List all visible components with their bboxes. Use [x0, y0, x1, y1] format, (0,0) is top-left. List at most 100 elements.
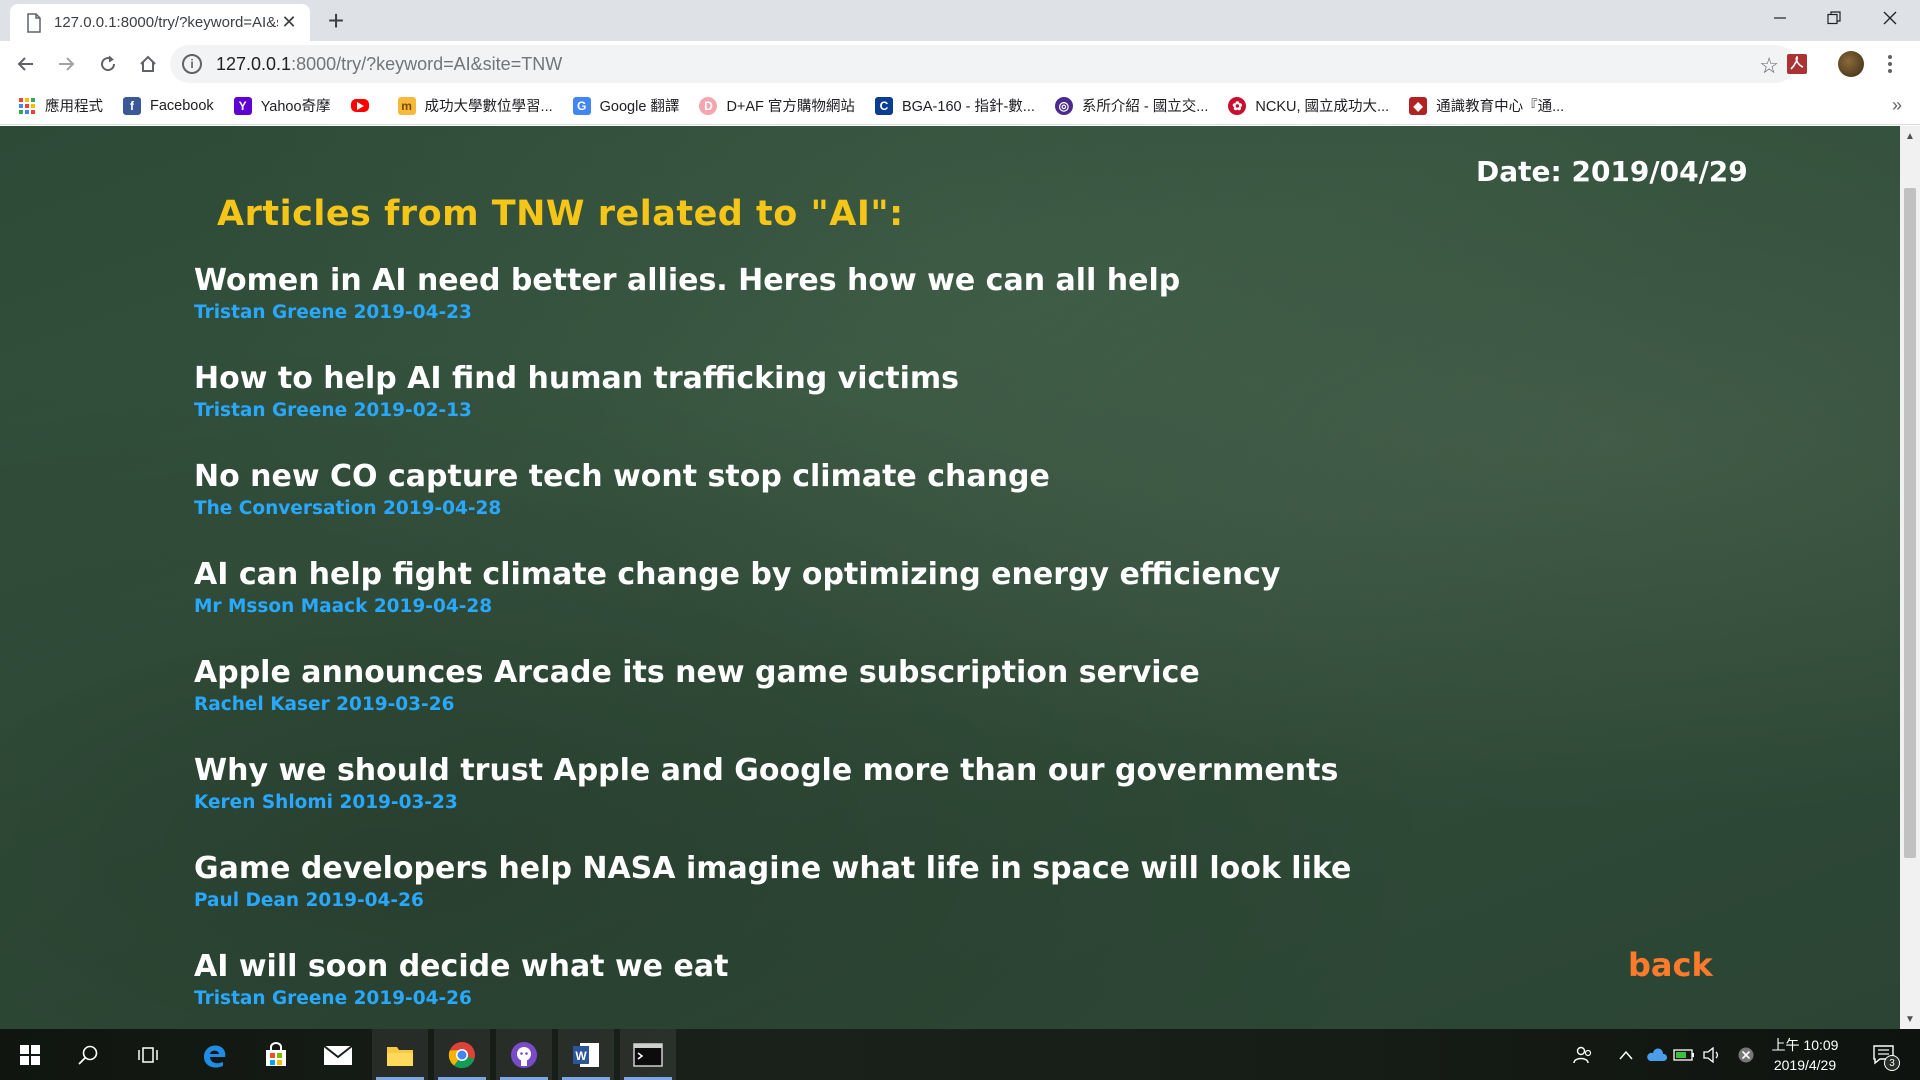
bookmark-ncku[interactable]: ✿ NCKU, 國立成功大...	[1228, 95, 1389, 116]
bookmark-yahoo[interactable]: Y Yahoo奇摩	[233, 95, 331, 116]
bookmark-label: Google 翻譯	[599, 99, 680, 115]
taskbar-chrome[interactable]	[434, 1029, 490, 1080]
clock-time: 上午 10:09	[1771, 1037, 1839, 1053]
close-tab-icon[interactable]: ✕	[278, 12, 300, 34]
page-scrollbar[interactable]: ▲ ▼	[1900, 126, 1920, 1029]
bookmark-star-icon[interactable]: ☆	[1759, 53, 1779, 79]
forward-nav-button[interactable]	[50, 48, 82, 80]
url-text[interactable]: 127.0.0.1:8000/try/?keyword=AI&site=TNW	[216, 54, 562, 75]
taskbar-store[interactable]	[248, 1029, 304, 1080]
ncku-icon: ✿	[1228, 96, 1247, 115]
taskbar-edge[interactable]	[186, 1029, 242, 1080]
svg-text:W: W	[575, 1049, 587, 1063]
article-title-link[interactable]: Game developers help NASA imagine what l…	[194, 850, 1394, 888]
nctu-icon: ◎	[1054, 96, 1073, 115]
task-view-button[interactable]	[120, 1029, 176, 1080]
article-item: How to help AI find human trafficking vi…	[194, 360, 1394, 458]
bookmark-general-edu[interactable]: ◆ 通識教育中心『通...	[1409, 95, 1564, 116]
action-center-button[interactable]: 3	[1864, 1029, 1904, 1080]
article-title-link[interactable]: How to help AI find human trafficking vi…	[194, 360, 1394, 398]
onedrive-tray[interactable]	[1644, 1029, 1668, 1080]
bookmark-label: 成功大學數位學習...	[424, 99, 553, 115]
tab-strip: 127.0.0.1:8000/try/?keyword=AI&site=TNW …	[0, 0, 1920, 41]
article-item: No new CO capture tech wont stop climate…	[194, 458, 1394, 556]
browser-toolbar: i 127.0.0.1:8000/try/?keyword=AI&site=TN…	[0, 41, 1920, 87]
arrow-left-icon	[17, 57, 33, 71]
bookmark-google-translate[interactable]: G Google 翻譯	[572, 95, 680, 116]
task-view-icon	[138, 1046, 158, 1063]
address-bar[interactable]: i 127.0.0.1:8000/try/?keyword=AI&site=TN…	[170, 45, 1795, 83]
reload-icon	[101, 55, 116, 72]
info-icon[interactable]: i	[182, 54, 202, 74]
taskbar-file-explorer[interactable]	[372, 1029, 428, 1080]
bookmark-nctu[interactable]: ◎ 系所介紹 - 國立交...	[1054, 95, 1209, 116]
article-title-link[interactable]: Women in AI need better allies. Heres ho…	[194, 262, 1394, 300]
article-meta: Tristan Greene 2019-04-23	[194, 302, 472, 323]
battery-tray[interactable]	[1672, 1029, 1696, 1080]
article-title-link[interactable]: AI can help fight climate change by opti…	[194, 556, 1394, 594]
taskbar-mail[interactable]	[310, 1029, 366, 1080]
search-button[interactable]	[60, 1029, 116, 1080]
taskbar-terminal[interactable]	[620, 1029, 676, 1080]
article-item: Women in AI need better allies. Heres ho…	[194, 262, 1394, 360]
scroll-up-icon[interactable]: ▲	[1900, 126, 1920, 146]
bookmark-bga[interactable]: C BGA-160 - 指針-數...	[874, 95, 1035, 116]
tray-overflow-button[interactable]	[1614, 1029, 1638, 1080]
volume-tray[interactable]	[1700, 1029, 1724, 1080]
article-meta: The Conversation 2019-04-28	[194, 498, 502, 519]
back-nav-button[interactable]	[10, 48, 42, 80]
article-item: AI will soon decide what we eat Tristan …	[194, 948, 1394, 1029]
close-window-button[interactable]	[1862, 0, 1918, 36]
home-icon	[140, 55, 156, 72]
bookmark-ncku-moodle[interactable]: m 成功大學數位學習...	[397, 95, 553, 116]
bookmarks-overflow-icon[interactable]: »	[1892, 95, 1902, 116]
article-meta: Tristan Greene 2019-04-26	[194, 988, 472, 1009]
bookmark-youtube[interactable]	[350, 99, 378, 112]
bookmark-apps[interactable]: 應用程式	[18, 95, 103, 116]
article-meta: Rachel Kaser 2019-03-26	[194, 694, 455, 715]
article-meta: Tristan Greene 2019-02-13	[194, 400, 472, 421]
clock-date: 2019/4/29	[1773, 1057, 1837, 1073]
pdf-extension-icon[interactable]	[1786, 53, 1808, 75]
scroll-down-icon[interactable]: ▼	[1900, 1009, 1920, 1029]
system-clock[interactable]: 上午 10:09 2019/4/29	[1760, 1035, 1850, 1075]
url-path: :8000/try/?keyword=AI&site=TNW	[291, 53, 563, 74]
reload-button[interactable]	[92, 48, 124, 80]
article-title-link[interactable]: AI will soon decide what we eat	[194, 948, 1394, 986]
search-icon	[78, 1045, 98, 1065]
bga-icon: C	[874, 96, 893, 115]
article-title-link[interactable]: No new CO capture tech wont stop climate…	[194, 458, 1394, 496]
bookmark-facebook[interactable]: f Facebook	[123, 96, 214, 115]
youtube-icon	[350, 99, 369, 112]
minimize-window-button[interactable]	[1752, 0, 1808, 36]
bookmark-label: BGA-160 - 指針-數...	[901, 99, 1035, 115]
google-translate-icon: G	[572, 96, 591, 115]
windows-taskbar: W 上午 10:09 2019/4/29 3	[0, 1029, 1920, 1080]
new-tab-button[interactable]: +	[318, 5, 354, 37]
menu-kebab-icon[interactable]	[1880, 49, 1900, 79]
network-tray[interactable]	[1734, 1029, 1758, 1080]
article-title-link[interactable]: Why we should trust Apple and Google mor…	[194, 752, 1394, 790]
github-icon	[511, 1041, 537, 1068]
cloud-icon	[1647, 1047, 1667, 1061]
minimize-icon	[1774, 17, 1786, 19]
start-button[interactable]	[2, 1029, 58, 1080]
scrollbar-thumb[interactable]	[1904, 188, 1916, 858]
daf-icon: D	[699, 96, 718, 115]
folder-icon	[387, 1046, 413, 1066]
taskbar-github-desktop[interactable]	[496, 1029, 552, 1080]
browser-tab[interactable]: 127.0.0.1:8000/try/?keyword=AI&site=TNW …	[10, 4, 310, 41]
bookmark-label: Yahoo奇摩	[260, 99, 331, 115]
people-button[interactable]	[1568, 1029, 1598, 1080]
back-link[interactable]: back	[1628, 946, 1713, 984]
bookmarks-bar: 應用程式 f Facebook Y Yahoo奇摩 m 成功大學數位學習... …	[0, 87, 1920, 125]
bookmark-daf[interactable]: D D+AF 官方購物網站	[699, 95, 855, 116]
bookmark-label: 系所介紹 - 國立交...	[1081, 99, 1209, 115]
home-button[interactable]	[132, 48, 164, 80]
restore-window-button[interactable]	[1806, 0, 1862, 36]
article-meta: Keren Shlomi 2019-03-23	[194, 792, 458, 813]
article-title-link[interactable]: Apple announces Arcade its new game subs…	[194, 654, 1394, 692]
taskbar-word[interactable]: W	[558, 1029, 614, 1080]
bookmark-label: D+AF 官方購物網站	[726, 99, 855, 115]
profile-avatar[interactable]	[1838, 51, 1864, 77]
